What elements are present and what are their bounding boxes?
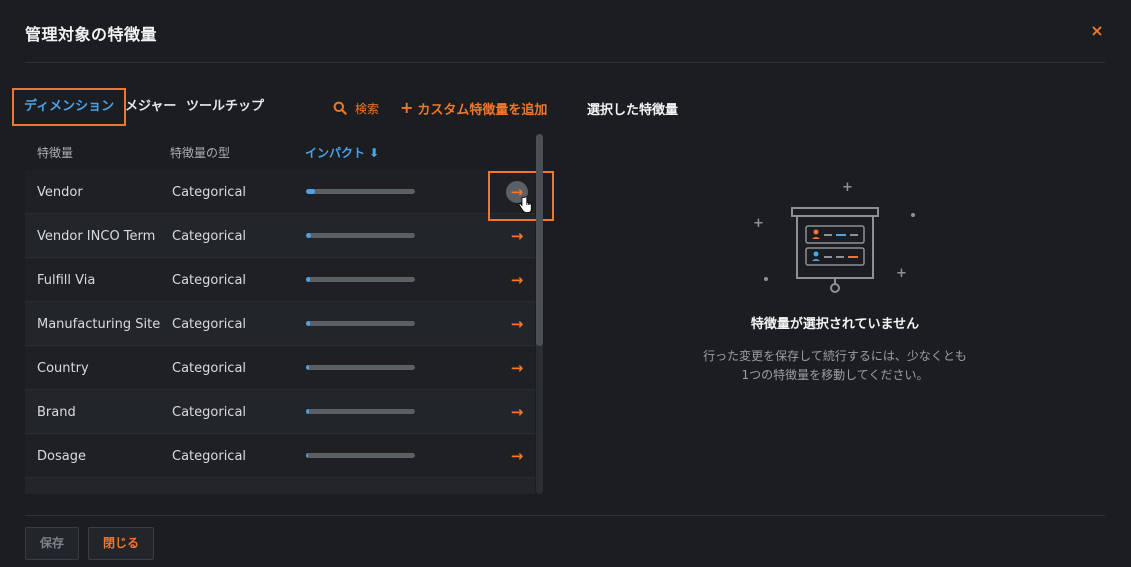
selected-features-title: 選択した特徴量 <box>587 103 679 118</box>
arrow-right-icon[interactable]: → <box>506 357 528 379</box>
impact-bar-fill <box>306 365 310 370</box>
table-row[interactable]: Dosage Categorical → <box>25 434 535 478</box>
impact-bar-fill <box>306 409 310 414</box>
table-row[interactable]: Manufacturing Site Categorical → <box>25 302 535 346</box>
feature-type: Categorical <box>172 361 247 376</box>
feature-name: Manufacturing Site <box>37 317 161 332</box>
feature-name: Vendor <box>37 185 83 200</box>
table-row[interactable]: Vendor INCO Term Categorical → <box>25 214 535 258</box>
feature-name: Fulfill Via <box>37 273 96 288</box>
footer-divider <box>25 515 1105 516</box>
arrow-right-icon[interactable]: → <box>506 313 528 335</box>
hand-cursor-icon <box>518 196 532 213</box>
empty-state-illustration-icon: + + + <box>753 180 915 293</box>
tab-dimensions[interactable]: ディメンション <box>12 88 127 126</box>
feature-type: Categorical <box>172 273 247 288</box>
header-divider <box>25 62 1105 63</box>
close-button[interactable]: 閉じる <box>88 527 155 560</box>
table-row[interactable]: Fulfill Via Categorical → <box>25 258 535 302</box>
impact-bar-fill <box>306 233 312 238</box>
search-label: 検索 <box>355 101 380 116</box>
impact-bar <box>306 233 415 238</box>
table-rows: Vendor Categorical → Vendor INCO Term Ca… <box>25 170 535 494</box>
feature-type: Categorical <box>172 185 247 200</box>
feature-name: Vendor INCO Term <box>37 229 156 244</box>
features-table: 特徴量 特徴量の型 インパクト ⬇ Vendor Categorical → V… <box>25 134 535 494</box>
table-row[interactable]: Brand Categorical → <box>25 390 535 434</box>
feature-type: Categorical <box>172 229 247 244</box>
close-icon[interactable]: × <box>1088 22 1106 40</box>
table-header: 特徴量 特徴量の型 インパクト ⬇ <box>25 134 535 170</box>
table-row[interactable]: Vendor Categorical → <box>25 170 535 214</box>
arrow-right-icon[interactable]: → <box>506 401 528 423</box>
plus-icon: + <box>400 98 414 117</box>
scrollbar-thumb[interactable] <box>536 134 543 346</box>
column-impact[interactable]: インパクト ⬇ <box>305 144 379 161</box>
add-custom-feature-button[interactable]: + カスタム特徴量を追加 <box>400 98 547 118</box>
impact-bar <box>306 365 415 370</box>
svg-text:+: + <box>842 180 853 195</box>
impact-bar-fill <box>306 189 315 194</box>
feature-name: Dosage <box>37 449 86 464</box>
svg-text:+: + <box>753 216 764 231</box>
table-row[interactable]: Country Categorical → <box>25 346 535 390</box>
manage-features-dialog: 管理対象の特徴量 × ディメンション メジャー ツールチップ 検索 + カスタム… <box>0 0 1131 567</box>
impact-bar <box>306 409 415 414</box>
impact-bar <box>306 189 415 194</box>
impact-bar <box>306 277 415 282</box>
column-feature[interactable]: 特徴量 <box>37 144 73 161</box>
dialog-title: 管理対象の特徴量 <box>25 25 158 44</box>
feature-type: Categorical <box>172 317 247 332</box>
tab-measures[interactable]: メジャー <box>125 88 176 126</box>
empty-state-description: 行った変更を保存して続行するには、少なくとも1つの特徴量を移動してください。 <box>703 349 967 382</box>
table-row[interactable] <box>25 478 535 494</box>
empty-state-title: 特徴量が選択されていません <box>750 317 920 332</box>
search-button[interactable]: 検索 <box>333 98 379 118</box>
impact-bar <box>306 453 415 458</box>
impact-bar-fill <box>306 277 311 282</box>
svg-text:+: + <box>896 266 907 281</box>
feature-type: Categorical <box>172 405 247 420</box>
save-button[interactable]: 保存 <box>25 527 80 560</box>
impact-bar-fill <box>306 321 311 326</box>
column-feature-type[interactable]: 特徴量の型 <box>170 144 230 161</box>
tab-tooltips[interactable]: ツールチップ <box>186 88 264 126</box>
impact-bar <box>306 321 415 326</box>
feature-name: Brand <box>37 405 76 420</box>
feature-type: Categorical <box>172 449 247 464</box>
arrow-right-icon[interactable]: → <box>506 445 528 467</box>
arrow-right-icon[interactable]: → <box>506 225 528 247</box>
add-custom-feature-label: カスタム特徴量を追加 <box>417 102 548 118</box>
arrow-right-icon[interactable]: → <box>506 269 528 291</box>
impact-bar-fill <box>306 453 309 458</box>
feature-name: Country <box>37 361 89 376</box>
table-scrollbar[interactable] <box>536 134 543 494</box>
search-icon <box>333 101 347 115</box>
